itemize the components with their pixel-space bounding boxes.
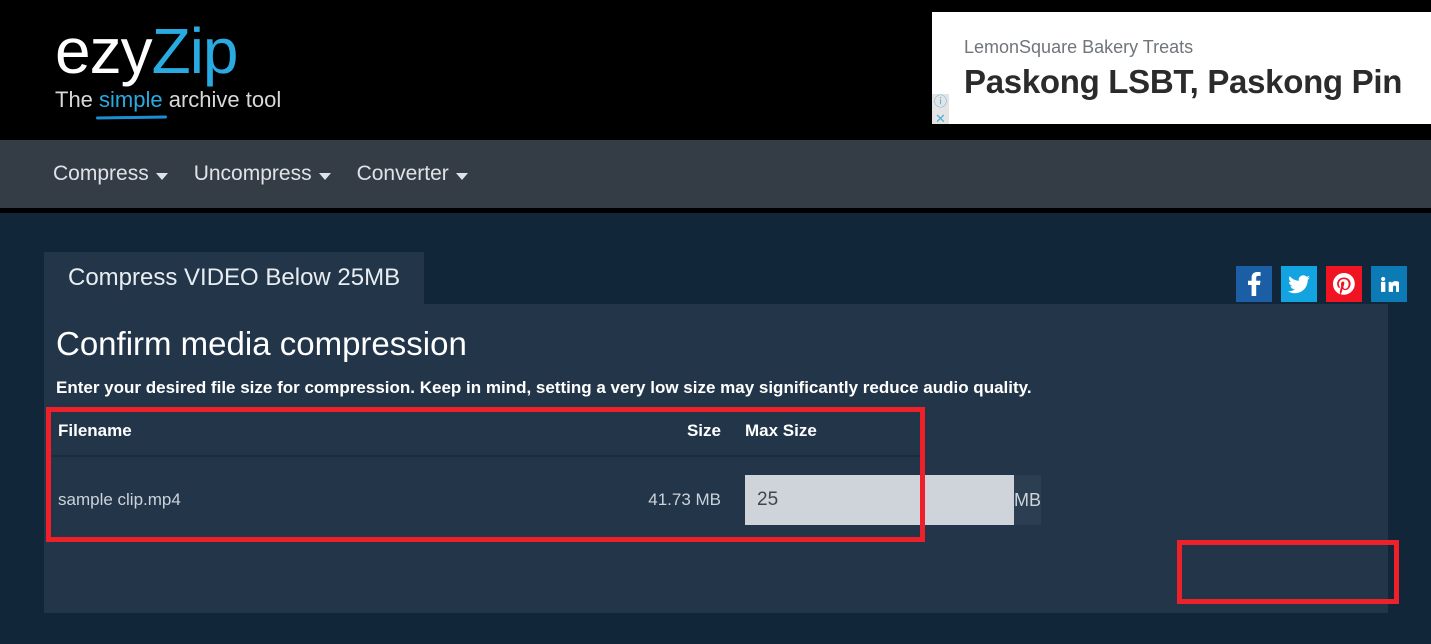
section-tab-header[interactable]: Compress VIDEO Below 25MB — [44, 252, 425, 304]
nav-item-compress-label: Compress — [53, 162, 149, 185]
pinterest-icon[interactable] — [1326, 266, 1362, 302]
page-root: ezyZip The simple archive tool LemonSqua… — [0, 0, 1431, 644]
page-description: Enter your desired file size for compres… — [56, 378, 1032, 397]
column-header-size: Size — [583, 411, 733, 457]
tagline-suffix: archive tool — [162, 87, 282, 112]
max-size-unit-label: MB — [1014, 475, 1041, 525]
main-navbar: Compress Uncompress Converter — [0, 140, 1431, 208]
ad-choices-controls: ⓘ ✕ — [932, 94, 949, 124]
twitter-icon[interactable] — [1281, 266, 1317, 302]
files-table-head: Filename Size Max Size — [46, 411, 923, 457]
cell-size: 41.73 MB — [648, 490, 721, 509]
cell-filename: sample clip.mp4 — [58, 490, 181, 509]
site-logo[interactable]: ezyZip The simple archive tool — [55, 14, 455, 114]
nav-item-converter[interactable]: Converter — [357, 161, 468, 187]
nav-item-uncompress[interactable]: Uncompress — [194, 161, 331, 187]
nav-items: Compress Uncompress Converter — [53, 140, 468, 208]
ad-close-icon[interactable]: ✕ — [932, 111, 949, 124]
ad-advertiser-name: LemonSquare Bakery Treats — [964, 37, 1194, 57]
files-table-wrapper: Filename Size Max Size sample clip.mp4 4… — [46, 411, 1041, 543]
column-header-max-size: Max Size — [733, 411, 923, 457]
social-share-bar — [1236, 266, 1407, 302]
logo-tagline: The simple archive tool — [55, 86, 455, 114]
page-title: Confirm media compression — [56, 325, 467, 362]
ad-info-icon[interactable]: ⓘ — [932, 94, 949, 111]
nav-item-converter-label: Converter — [356, 162, 449, 185]
chevron-down-icon — [155, 172, 168, 180]
nav-item-compress[interactable]: Compress — [53, 161, 168, 187]
site-header: ezyZip The simple archive tool LemonSqua… — [0, 0, 1431, 136]
section-tab-label: Compress VIDEO Below 25MB — [68, 264, 401, 291]
logo-wordmark: ezyZip — [55, 14, 455, 88]
logo-word-accent: Zip — [151, 15, 239, 87]
logo-word-primary: ezy — [55, 15, 153, 87]
column-header-filename: Filename — [46, 411, 583, 457]
cell-max-size: MB — [733, 456, 1041, 543]
linkedin-icon[interactable] — [1371, 266, 1407, 302]
files-table-body: sample clip.mp4 41.73 MB MB — [46, 456, 1041, 543]
files-table: Filename Size Max Size sample clip.mp4 4… — [46, 411, 1041, 543]
content-area: Compress VIDEO Below 25MB Confirm media … — [0, 213, 1431, 644]
compression-panel: Confirm media compression Enter your des… — [44, 304, 1388, 613]
ad-banner[interactable]: LemonSquare Bakery Treats Paskong LSBT, … — [932, 12, 1431, 124]
table-row: sample clip.mp4 41.73 MB MB — [46, 456, 1041, 543]
max-size-input[interactable] — [745, 475, 1014, 525]
ad-headline: Paskong LSBT, Paskong Pin — [964, 63, 1403, 100]
ad-content: LemonSquare Bakery Treats Paskong LSBT, … — [964, 34, 1431, 104]
tagline-prefix: The — [55, 87, 100, 112]
tagline-accent: simple — [99, 87, 163, 112]
chevron-down-icon — [318, 172, 331, 180]
max-size-input-group: MB — [745, 475, 1041, 525]
facebook-icon[interactable] — [1236, 266, 1272, 302]
chevron-down-icon — [455, 172, 468, 180]
table-header-row: Filename Size Max Size — [46, 411, 923, 457]
nav-item-uncompress-label: Uncompress — [193, 162, 312, 185]
